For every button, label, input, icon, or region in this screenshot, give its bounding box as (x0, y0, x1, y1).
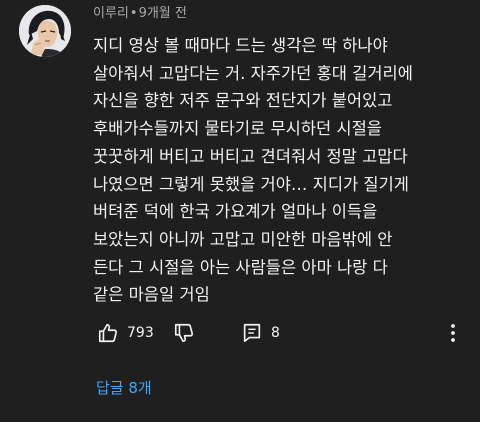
comment-line: 꿋꿋하게 버티고 버티고 견뎌줘서 정말 고맙다 (93, 146, 408, 166)
comment-meta: 이루리•9개월 전 (93, 6, 187, 22)
thumbs-up-icon (98, 323, 118, 343)
comment-line: 살아줘서 고맙다는 거. 자주가던 홍대 길거리에 (93, 63, 413, 83)
comment-line: 버텨준 덕에 한국 가요계가 얼마나 이득을 (93, 202, 378, 222)
comment-line: 보았는지 아니까 고맙고 미안한 마음밖에 안 (93, 229, 393, 249)
comment-line: 후배가수들까지 물타기로 무시하던 시절을 (93, 119, 382, 139)
comment-actions: 793 8 (93, 320, 473, 346)
vertical-dots-icon (451, 324, 455, 342)
avatar[interactable] (19, 5, 71, 57)
reply-button[interactable]: 8 (241, 320, 280, 346)
view-replies-link[interactable]: 답글 8개 (96, 378, 152, 398)
avatar-illustration (19, 5, 71, 57)
reply-count: 8 (271, 325, 280, 341)
comment-line: 지디 영상 볼 때마다 드는 생각은 딱 하나야 (93, 36, 388, 55)
comment: 이루리•9개월 전 지디 영상 볼 때마다 드는 생각은 딱 하나야 살아줘서 … (0, 0, 480, 422)
comment-line: 나였으면 그렇게 못했을 거야… 지디가 질기게 (93, 174, 409, 194)
more-options-button[interactable] (449, 320, 457, 346)
comment-time[interactable]: 9개월 전 (139, 6, 187, 21)
comment-line: 같은 마음일 거임 (93, 285, 210, 305)
thumbs-down-icon (174, 323, 194, 343)
like-count: 793 (127, 325, 154, 341)
author-name[interactable]: 이루리 (93, 6, 129, 21)
comment-body: 지디 영상 볼 때마다 드는 생각은 딱 하나야 살아줘서 고맙다는 거. 자주… (93, 32, 468, 309)
comment-line: 든다 그 시절을 아는 사람들은 아마 나랑 다 (93, 257, 388, 277)
comment-icon (243, 323, 261, 343)
like-button[interactable]: 793 (97, 320, 154, 346)
comment-line: 자신을 향한 저주 문구와 전단지가 붙어있고 (93, 91, 393, 111)
dislike-button[interactable] (173, 320, 195, 346)
meta-separator: • (129, 6, 138, 21)
